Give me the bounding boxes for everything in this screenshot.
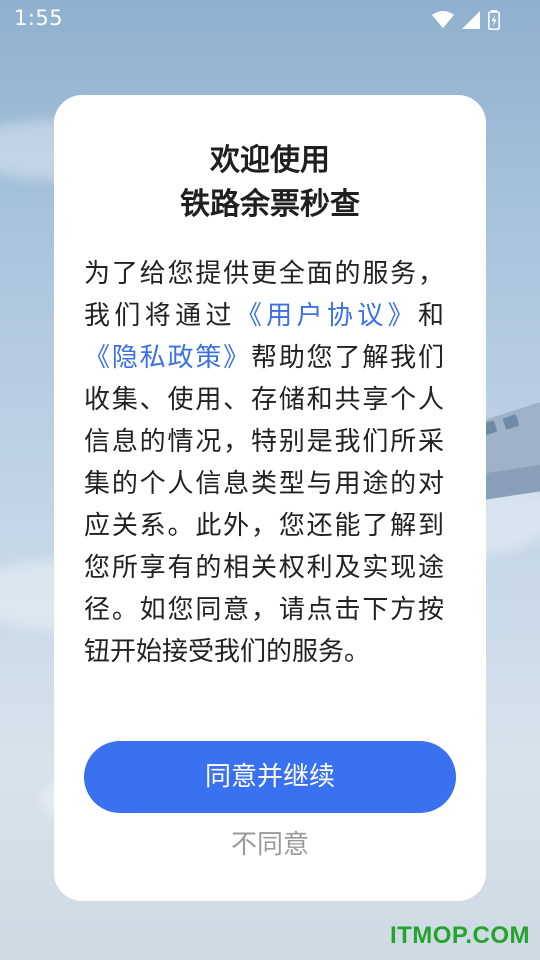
privacy-dialog: 欢迎使用 铁路余票秒查 为了给您提供更全面的服务，我们将通过《用户协议》和《隐私… [54, 95, 486, 901]
battery-charging-icon [488, 10, 500, 30]
dialog-title: 欢迎使用 铁路余票秒查 [54, 139, 486, 227]
agree-continue-button[interactable]: 同意并继续 [84, 741, 456, 813]
status-bar: 1:55 [0, 0, 540, 38]
privacy-policy-link[interactable]: 《隐私政策》 [84, 343, 251, 373]
watermark-logo: ITMOP.COM [389, 922, 530, 949]
dialog-title-line2: 铁路余票秒查 [180, 187, 360, 222]
cell-signal-icon [462, 11, 480, 29]
dialog-title-line1: 欢迎使用 [210, 143, 330, 178]
body-text-and: 和 [417, 301, 444, 331]
status-icons [432, 10, 500, 30]
body-text-part2: 帮助您了解我们收集、使用、存储和共享个人信息的情况，特别是我们所采集的个人信息类… [84, 343, 444, 667]
disagree-button[interactable]: 不同意 [54, 823, 486, 867]
wifi-icon [432, 11, 454, 28]
user-agreement-link[interactable]: 《用户协议》 [236, 301, 418, 331]
status-time: 1:55 [14, 6, 64, 30]
dialog-body-text: 为了给您提供更全面的服务，我们将通过《用户协议》和《隐私政策》帮助您了解我们收集… [84, 253, 444, 673]
